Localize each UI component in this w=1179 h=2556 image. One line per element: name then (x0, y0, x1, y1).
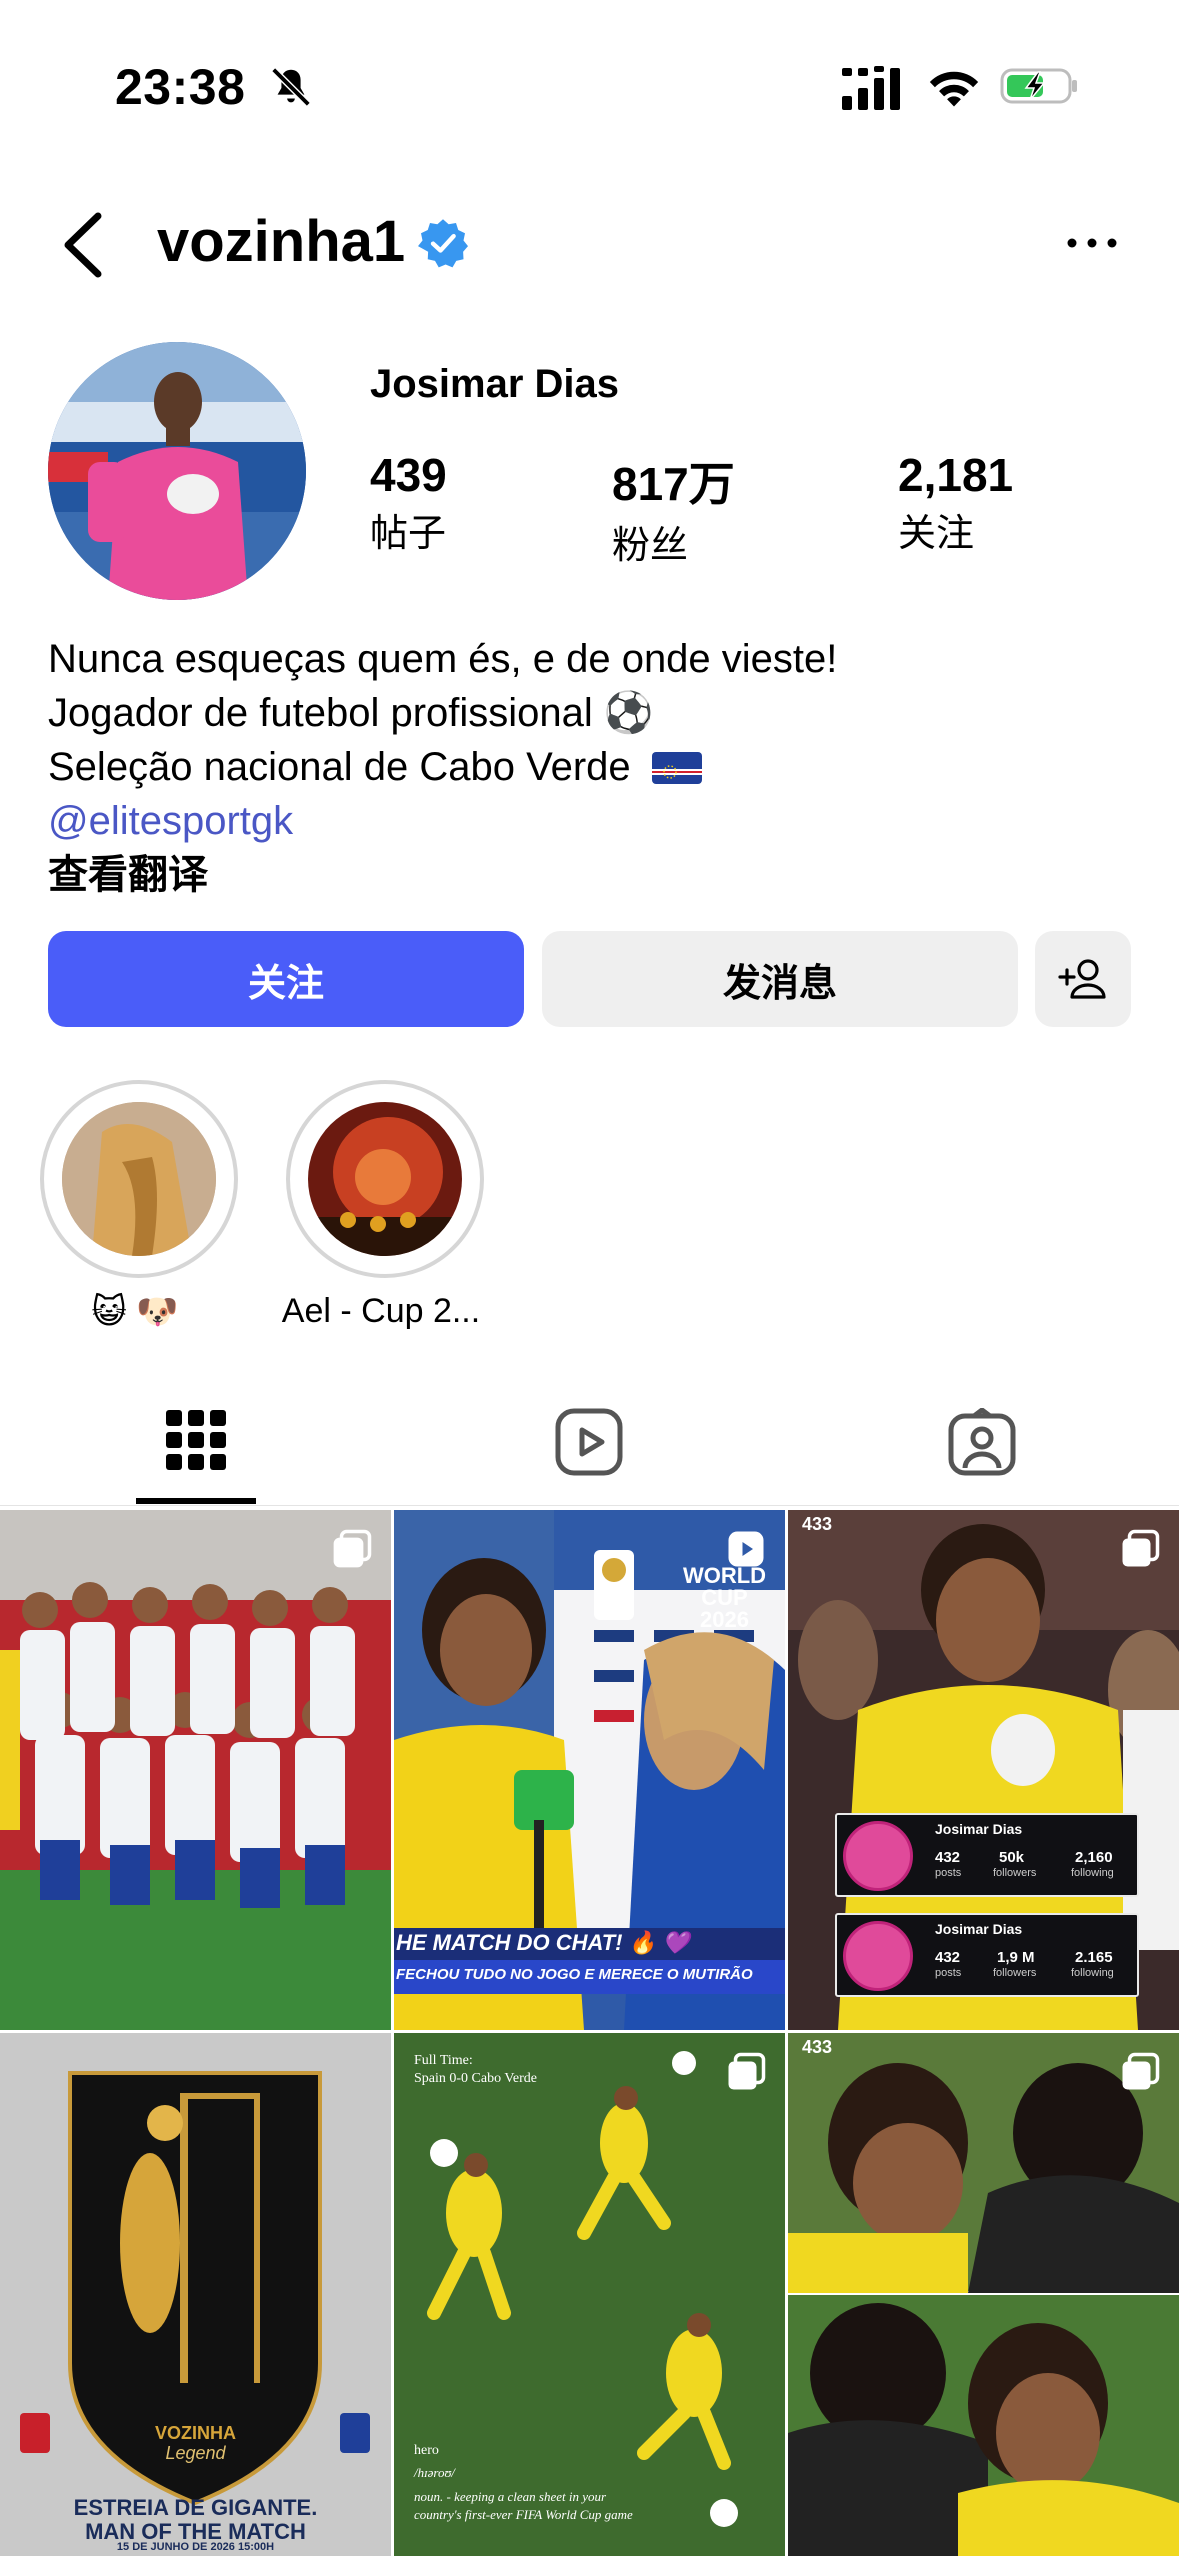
post-4-title2: Legend (165, 2443, 226, 2463)
post-4-title1: VOZINHA (155, 2423, 236, 2443)
wifi-icon (929, 71, 979, 107)
back-arrow-icon[interactable] (58, 210, 108, 280)
post-4-date-text: 15 DE JUNHO DE 2026 (116, 2541, 235, 2553)
post-5-def2: country's first-ever FIFA World Cup game (414, 2507, 633, 2522)
profile-avatar[interactable] (48, 342, 306, 600)
post-3-card-2-name: Josimar Dias (935, 1921, 1023, 1937)
verified-badge-icon (418, 219, 468, 268)
post-3-card-1-posts-label: posts (935, 1867, 962, 1879)
post-5-phonetic: /hɪəroʊ/ (414, 2465, 455, 2480)
active-tab-indicator (136, 1498, 256, 1504)
post-6-tag: 433 (802, 2037, 833, 2057)
post-3-card-1-following-label: following (1071, 1867, 1114, 1879)
carousel-icon (728, 2052, 766, 2090)
post-5-line2: Spain 0-0 Cabo Verde (414, 2071, 537, 2086)
highlight-2-cover (308, 1102, 462, 1256)
bio-line-3-wrap: Seleção nacional de Cabo Verde (48, 740, 837, 794)
post-3-card-1-posts: 432 (935, 1849, 961, 1866)
suggest-people-button[interactable] (1035, 931, 1131, 1027)
status-time: 23:38 (115, 59, 246, 115)
post-5-line1: Full Time: (414, 2053, 473, 2068)
profile-full-name: Josimar Dias (370, 362, 620, 406)
post-2-year: 2026 (700, 1607, 749, 1632)
bio-line-1: Nunca esqueças quem és, e de onde vieste… (48, 637, 838, 681)
post-3-card-2-following-label: following (1071, 1967, 1114, 1979)
carousel-icon (1122, 1529, 1160, 1567)
post-2-caption-top: HE MATCH DO CHAT! 🔥 💜 (396, 1930, 690, 1955)
bell-muted-icon (271, 67, 311, 107)
stat-following-label: 关注 (898, 513, 975, 555)
highlight-1-label: 😺 🐶 (91, 1293, 179, 1331)
post-3-card-2-avatar (843, 1921, 913, 1991)
post-5-def1: noun. - keeping a clean sheet in your (414, 2489, 607, 2504)
profile-bio: Nunca esqueças quem és, e de onde vieste… (48, 632, 837, 902)
bio-line-3: Seleção nacional de Cabo Verde (48, 745, 631, 789)
battery-charging-icon (1000, 68, 1077, 104)
highlight-2-label: Ael - Cup 2... (281, 1292, 481, 1330)
posts-grid: WORLD CUP 2026 HE MATCH DO CHAT! 🔥 💜 FEC… (0, 1510, 1179, 2556)
post-3-card-1-followers: 50k (999, 1849, 1025, 1866)
more-options-icon[interactable] (1066, 228, 1118, 258)
stat-followers[interactable]: 817万 粉丝 (612, 448, 735, 569)
post-3-card-2: Josimar Dias 432 posts 1,9 M followers 2… (835, 1913, 1139, 1997)
post-3-card-1-followers-label: followers (993, 1867, 1037, 1879)
post-3-card-2-followers: 1,9 M (997, 1949, 1035, 1966)
post-3-card-1-name: Josimar Dias (935, 1821, 1023, 1837)
stat-followers-label: 粉丝 (612, 525, 689, 567)
reels-icon[interactable] (555, 1408, 623, 1476)
post-3-card-2-following: 2.165 (1075, 1949, 1113, 1966)
bio-line-2: Jogador de futebol profissional ⚽ (48, 691, 654, 735)
stat-followers-value: 817万 (612, 458, 735, 510)
stat-posts[interactable]: 439 帖子 (370, 448, 447, 557)
post-3-card-2-posts-label: posts (935, 1967, 962, 1979)
post-4-date: 15 DE JUNHO DE 2026 15:00H (0, 2541, 391, 2553)
post-thumbnail-5[interactable]: Full Time: Spain 0-0 Cabo Verde hero /hɪ… (394, 2033, 785, 2556)
cape-verde-flag-icon (651, 752, 702, 784)
post-2-brand: WORLD CUP 2026 (664, 1565, 785, 1631)
post-2-caption-bottom: FECHOU TUDO NO JOGO E MERECE O MUTIRÃO (396, 1966, 753, 1983)
post-3-card-1: Josimar Dias 432 posts 50k followers 2,1… (835, 1813, 1139, 1897)
profile-tabs (0, 1390, 1179, 1505)
highlight-1-ring (40, 1080, 238, 1278)
post-3-tag: 433 (802, 1514, 833, 1534)
stat-following[interactable]: 2,181 关注 (898, 448, 1013, 557)
add-person-icon (1058, 959, 1106, 999)
post-4-time: 15:00H (237, 2541, 275, 2553)
profile-username: vozinha1 (157, 209, 406, 274)
tagged-icon[interactable] (948, 1408, 1016, 1476)
follow-button[interactable]: 关注 (48, 931, 524, 1027)
post-thumbnail-3[interactable]: 433 Josimar Dias 432 posts 50k followers… (788, 1510, 1179, 2030)
post-5-word: hero (414, 2443, 439, 2458)
stat-posts-value: 439 (370, 449, 447, 501)
post-3-card-2-followers-label: followers (993, 1967, 1037, 1979)
message-button[interactable]: 发消息 (542, 931, 1018, 1027)
highlight-1-cover (62, 1102, 216, 1256)
cellular-signal-icon (842, 66, 900, 110)
highlight-2-ring (286, 1080, 484, 1278)
stat-following-value: 2,181 (898, 449, 1014, 501)
post-4-headline1: ESTREIA DE GIGANTE. (73, 2495, 318, 2520)
carousel-icon (333, 1529, 372, 1568)
post-2-brand-line: WORLD CUP (682, 1563, 767, 1610)
post-thumbnail-6[interactable]: 433 (788, 2033, 1179, 2556)
reel-icon (728, 1531, 764, 1567)
highlight-1[interactable]: 😺 🐶 (40, 1080, 265, 1332)
post-3-card-1-following: 2,160 (1075, 1849, 1113, 1866)
tabs-divider (0, 1505, 1179, 1506)
carousel-icon (1122, 2052, 1160, 2090)
bio-link[interactable]: @elitesportgk (48, 794, 837, 848)
stat-posts-label: 帖子 (370, 513, 447, 555)
see-translation-link[interactable]: 查看翻译 (48, 848, 837, 902)
post-3-card-1-avatar (843, 1821, 913, 1891)
post-thumbnail-1[interactable] (0, 1510, 391, 2030)
grid-icon[interactable] (166, 1410, 226, 1470)
highlight-2[interactable]: Ael - Cup 2... (282, 1080, 511, 1331)
post-thumbnail-2[interactable]: WORLD CUP 2026 HE MATCH DO CHAT! 🔥 💜 FEC… (394, 1510, 785, 2030)
post-thumbnail-4[interactable]: VOZINHA Legend ESTREIA DE GIGANTE. MAN O… (0, 2033, 391, 2556)
post-3-card-2-posts: 432 (935, 1949, 961, 1966)
